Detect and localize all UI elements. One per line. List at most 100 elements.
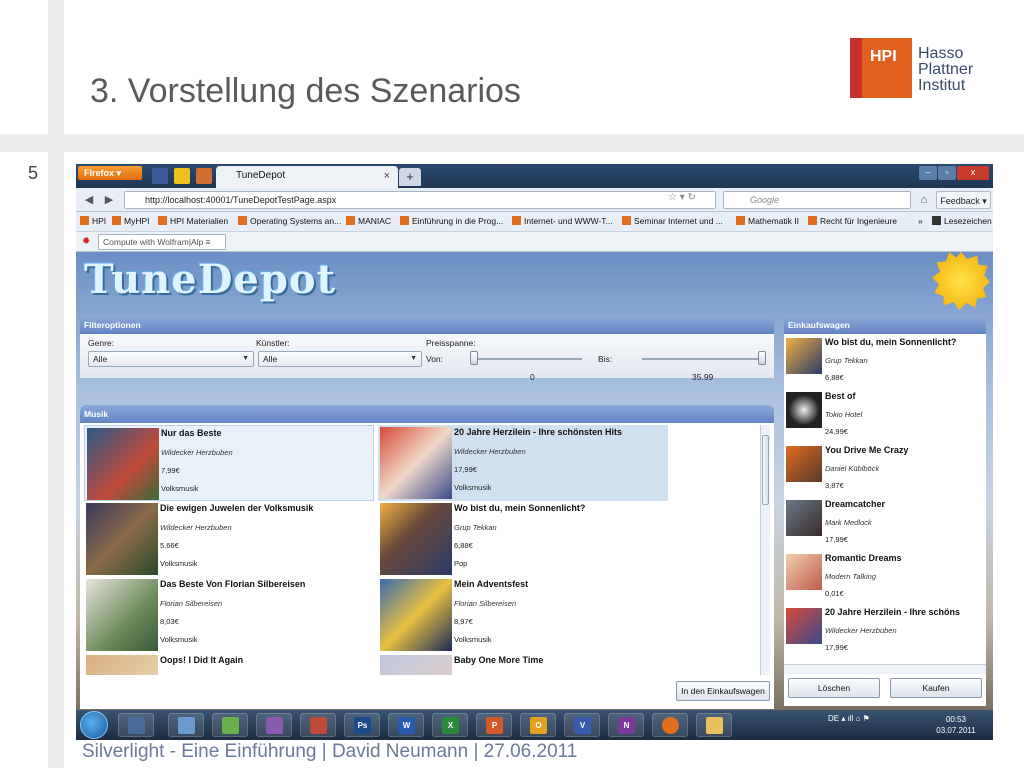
bookmark-item[interactable]: MANIAC bbox=[346, 216, 391, 226]
cart-item[interactable]: 20 Jahre Herzilein - Ihre schöns Wildeck… bbox=[784, 606, 978, 660]
bookmark-item[interactable]: Seminar Internet und ... bbox=[622, 216, 723, 226]
album-cover bbox=[786, 392, 822, 428]
music-item-title: Die ewigen Juwelen der Volksmusik bbox=[160, 503, 314, 513]
album-cover bbox=[786, 338, 822, 374]
music-item-genre: Pop bbox=[454, 559, 468, 568]
facebook-icon[interactable] bbox=[152, 168, 168, 184]
taskbar-app-firefox[interactable] bbox=[652, 713, 688, 737]
music-item[interactable]: Das Beste Von Florian Silbereisen Floria… bbox=[84, 577, 374, 653]
music-item[interactable]: 20 Jahre Herzilein - Ihre schönsten Hits… bbox=[378, 425, 668, 501]
download-icon[interactable] bbox=[196, 168, 212, 184]
music-item[interactable]: Mein Adventsfest Florian Silbereisen 8,9… bbox=[378, 577, 668, 653]
music-item-title: Das Beste Von Florian Silbereisen bbox=[160, 579, 306, 589]
delete-button[interactable]: Löschen bbox=[788, 678, 880, 698]
tab-close-icon[interactable]: × bbox=[384, 170, 390, 182]
bookmark-item[interactable]: Mathematik II bbox=[736, 216, 799, 226]
buy-button[interactable]: Kaufen bbox=[890, 678, 982, 698]
music-panel-header: Musik bbox=[80, 405, 774, 423]
bookmark-item[interactable]: Internet- und WWW-T... bbox=[512, 216, 613, 226]
bookmark-item[interactable]: Operating Systems an... bbox=[238, 216, 341, 226]
genre-label: Genre: bbox=[88, 338, 114, 348]
artist-select[interactable]: Alle ▼ bbox=[258, 351, 422, 367]
max-price-slider[interactable] bbox=[758, 351, 766, 365]
music-item-genre: Volksmusik bbox=[454, 483, 492, 492]
window-titlebar: Firefox ▾ TuneDepot × + – ▫ x bbox=[76, 164, 993, 188]
bookmark-item[interactable]: HPI bbox=[80, 216, 106, 226]
music-scrollbar[interactable] bbox=[760, 425, 770, 675]
min-price-slider[interactable] bbox=[470, 351, 478, 365]
music-item-title: 20 Jahre Herzilein - Ihre schönsten Hits bbox=[454, 427, 623, 437]
cart-item-artist: Modern Talking bbox=[825, 572, 877, 581]
taskbar-app-word[interactable]: W bbox=[388, 713, 424, 737]
cart-item-artist: Tokio Hotel bbox=[825, 410, 863, 419]
minimize-icon[interactable]: – bbox=[919, 166, 937, 180]
cart-item[interactable]: Dreamcatcher Mark Medlock 17,99€ bbox=[784, 498, 978, 552]
bookmark-item[interactable]: Einführung in die Prog... bbox=[400, 216, 503, 226]
cart-item[interactable]: Best of Tokio Hotel 24,99€ bbox=[784, 390, 978, 444]
taskbar-app-onenote[interactable]: N bbox=[608, 713, 644, 737]
taskbar-app-explorer[interactable] bbox=[696, 713, 732, 737]
taskbar-app[interactable] bbox=[256, 713, 292, 737]
bookmark-item[interactable]: MyHPI bbox=[112, 216, 150, 226]
cart-item[interactable]: Romantic Dreams Modern Talking 0,01€ bbox=[784, 552, 978, 606]
firefox-menu-button[interactable]: Firefox ▾ bbox=[78, 166, 142, 180]
max-price-track bbox=[642, 358, 766, 360]
taskbar-app[interactable] bbox=[212, 713, 248, 737]
filter-panel: Genre: Alle ▼ Künstler: Alle ▼ Preisspanne… bbox=[80, 334, 774, 382]
filter-panel-header: Filteroptionen bbox=[80, 316, 774, 334]
music-item[interactable]: Nur das Beste Wildecker Herzbuben 7,99€ … bbox=[84, 425, 374, 501]
cart-item[interactable]: Wo bist du, mein Sonnenlicht? Grup Tekka… bbox=[784, 336, 978, 390]
cart-item[interactable]: You Drive Me Crazy Daniel Küblböck 3,87€ bbox=[784, 444, 978, 498]
add-to-cart-button[interactable]: In den Einkaufswagen bbox=[676, 681, 770, 701]
language-indicator[interactable]: DE bbox=[828, 714, 839, 723]
bookmark-item[interactable]: Lesezeichen bbox=[932, 216, 992, 226]
music-item-title: Nur das Beste bbox=[161, 428, 222, 438]
tab-tunedepot[interactable]: TuneDepot × bbox=[216, 166, 398, 188]
cart-item-title: Wo bist du, mein Sonnenlicht? bbox=[825, 337, 957, 347]
taskbar-app[interactable] bbox=[168, 713, 204, 737]
taskbar-app-outlook[interactable]: O bbox=[520, 713, 556, 737]
artist-label: Künstler: bbox=[256, 338, 290, 348]
clock[interactable]: 00:53 03.07.2011 bbox=[926, 714, 986, 736]
bookmark-item[interactable]: HPI Materialien bbox=[158, 216, 228, 226]
feedback-button[interactable]: Feedback ▾ bbox=[936, 191, 991, 209]
music-item[interactable]: Die ewigen Juwelen der Volksmusik Wildec… bbox=[84, 501, 374, 577]
taskbar-app[interactable] bbox=[118, 713, 154, 737]
forward-icon[interactable]: ▶ bbox=[100, 192, 118, 208]
wolfram-input[interactable]: Compute with Wolfram|Alp ≡ bbox=[98, 234, 226, 250]
bookmarks-more-icon[interactable]: » bbox=[918, 216, 923, 226]
music-scrollbar-thumb[interactable] bbox=[762, 435, 769, 505]
home-icon[interactable]: ⌂ bbox=[914, 191, 934, 209]
taskbar-app-photoshop[interactable]: Ps bbox=[344, 713, 380, 737]
music-item[interactable]: Oops! I Did It Again bbox=[84, 653, 374, 675]
music-item-artist: Wildecker Herzbuben bbox=[160, 523, 232, 532]
cart-horizontal-scrollbar[interactable] bbox=[784, 664, 986, 674]
url-bar[interactable]: http://localhost:40001/TuneDepotTestPage… bbox=[124, 191, 716, 209]
bookmark-item[interactable]: Recht für Ingenieure bbox=[808, 216, 897, 226]
close-window-icon[interactable]: x bbox=[957, 166, 989, 180]
new-tab-button[interactable]: + bbox=[399, 168, 421, 186]
music-item-title: Mein Adventsfest bbox=[454, 579, 529, 589]
music-item[interactable]: Wo bist du, mein Sonnenlicht? Grup Tekka… bbox=[378, 501, 668, 577]
chevron-down-icon: ▼ bbox=[242, 355, 249, 362]
cart-item-price: 24,99€ bbox=[825, 427, 848, 436]
bird-icon[interactable] bbox=[174, 168, 190, 184]
cart-item-price: 0,01€ bbox=[825, 589, 844, 598]
bookmark-star-icon[interactable]: ☆ ▾ ↻ bbox=[668, 192, 696, 203]
hpi-logo-name: Hasso Plattner Institut bbox=[918, 46, 973, 94]
start-button[interactable] bbox=[80, 711, 108, 739]
taskbar-app-excel[interactable]: X bbox=[432, 713, 468, 737]
album-cover bbox=[380, 427, 452, 499]
taskbar-app-powerpoint[interactable]: P bbox=[476, 713, 512, 737]
maximize-icon[interactable]: ▫ bbox=[938, 166, 956, 180]
min-price-value: 0 bbox=[530, 372, 535, 382]
back-icon[interactable]: ◀ bbox=[80, 192, 98, 208]
taskbar-app-visio[interactable]: V bbox=[564, 713, 600, 737]
search-input[interactable]: Google bbox=[723, 191, 911, 209]
album-cover bbox=[380, 579, 452, 651]
cart-item-title: 20 Jahre Herzilein - Ihre schöns bbox=[825, 607, 961, 617]
album-cover bbox=[380, 655, 452, 675]
taskbar-app[interactable] bbox=[300, 713, 336, 737]
genre-select[interactable]: Alle ▼ bbox=[88, 351, 254, 367]
music-item[interactable]: Baby One More Time bbox=[378, 653, 668, 675]
